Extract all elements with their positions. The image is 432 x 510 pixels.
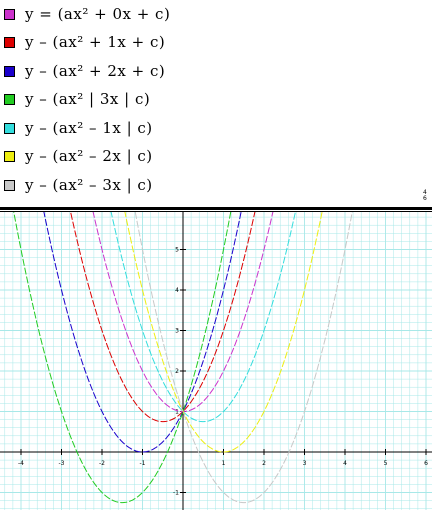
plot-area[interactable]: -4 -3 -2 -1 1 2 3 4 5 6 -1 1 2 3 4 5 <box>0 212 432 510</box>
y-tick-label: -1 <box>173 490 179 497</box>
legend-label-b3: y – (ax² | 3x | c) <box>25 90 151 108</box>
x-tick-label: -2 <box>99 460 105 467</box>
graph-window: y = (ax² + 0x + c) y – (ax² + 1x + c) y … <box>0 0 432 510</box>
x-tick-label: 5 <box>384 460 388 467</box>
x-tick-label: -3 <box>59 460 65 467</box>
legend-label-b1: y – (ax² + 1x + c) <box>25 33 166 51</box>
legend-label-bm1: y – (ax² – 1x | c) <box>25 119 153 137</box>
swatch-b0 <box>4 8 15 20</box>
y-tick-label: 3 <box>175 328 179 335</box>
swatch-bm3 <box>4 179 15 191</box>
swatch-b2 <box>4 65 15 77</box>
legend-item-b1[interactable]: y – (ax² + 1x + c) <box>4 32 165 52</box>
y-tick-label: 2 <box>175 368 179 375</box>
legend-label-b0: y = (ax² + 0x + c) <box>25 5 171 23</box>
x-tick-label: -4 <box>18 460 24 467</box>
corner-mark: 4 6 <box>423 189 427 202</box>
x-tick-label: 6 <box>424 460 428 467</box>
swatch-b3 <box>4 93 15 105</box>
legend-item-b3[interactable]: y – (ax² | 3x | c) <box>4 89 150 109</box>
swatch-bm1 <box>4 122 15 134</box>
x-tick-label: 4 <box>343 460 347 467</box>
equation-legend: y = (ax² + 0x + c) y – (ax² + 1x + c) y … <box>0 0 432 207</box>
x-tick-label: 3 <box>303 460 307 467</box>
legend-item-bm1[interactable]: y – (ax² – 1x | c) <box>4 118 153 138</box>
legend-item-b0[interactable]: y = (ax² + 0x + c) <box>4 4 170 24</box>
y-tick-label: 5 <box>175 247 179 254</box>
legend-item-bm2[interactable]: y – (ax² – 2x | c) <box>4 146 153 166</box>
x-tick-label: -1 <box>140 460 146 467</box>
swatch-b1 <box>4 36 15 48</box>
legend-label-bm3: y – (ax² – 3x | c) <box>25 176 153 194</box>
plot-background <box>0 212 432 510</box>
x-tick-label: 1 <box>222 460 226 467</box>
legend-item-bm3[interactable]: y – (ax² – 3x | c) <box>4 175 153 195</box>
legend-item-b2[interactable]: y – (ax² + 2x + c) <box>4 61 165 81</box>
legend-label-bm2: y – (ax² – 2x | c) <box>25 147 153 165</box>
y-tick-label: 1 <box>175 409 179 416</box>
x-tick-label: 2 <box>262 460 266 467</box>
divider-thick <box>0 207 432 210</box>
swatch-bm2 <box>4 150 15 162</box>
legend-label-b2: y – (ax² + 2x + c) <box>25 62 166 80</box>
y-tick-label: 4 <box>175 287 179 294</box>
plot-svg[interactable]: -4 -3 -2 -1 1 2 3 4 5 6 -1 1 2 3 4 5 <box>0 212 432 510</box>
